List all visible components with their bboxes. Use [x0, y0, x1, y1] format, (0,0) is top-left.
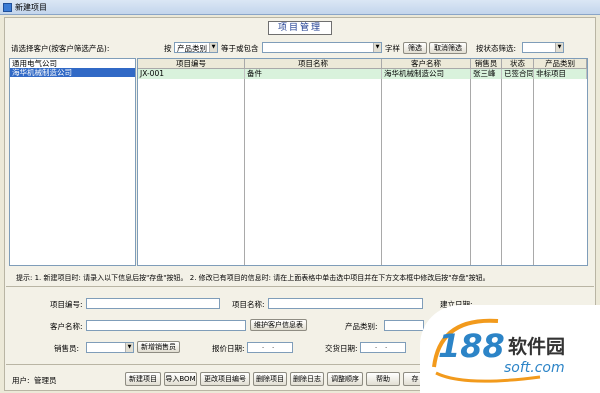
salesperson-select[interactable]: ▼ — [86, 342, 134, 353]
user-name: 管理员 — [34, 376, 57, 385]
add-salesperson-button[interactable]: 新增销售员 — [137, 341, 180, 353]
page-title: 项目管理 — [268, 21, 332, 35]
watermark-brand: 软件园 — [508, 336, 566, 358]
project-no-label: 项目编号: — [50, 300, 83, 309]
table-cell-salesperson[interactable]: 张三峰 — [471, 69, 502, 79]
op-label: 等于或包含 — [221, 44, 259, 53]
change-project-no-button[interactable]: 更改项目编号 — [200, 372, 250, 386]
new-project-button[interactable]: 新建项目 — [125, 372, 161, 386]
hint-text: 提示: 1. 新建项目时: 请录入以下信息后按"存盘"按钮。 2. 修改已有项目… — [16, 274, 490, 282]
col-header-salesperson[interactable]: 销售员 — [471, 59, 502, 69]
category-label: 产品类别: — [345, 322, 378, 331]
col-divider — [244, 69, 245, 265]
by-label: 按 — [164, 44, 172, 53]
customer-label: 客户名称: — [50, 322, 83, 331]
chevron-down-icon[interactable]: ▼ — [555, 43, 563, 52]
field-select[interactable]: 产品类别 ▼ — [174, 42, 218, 53]
app-icon — [3, 3, 12, 12]
window-titlebar[interactable]: 新建项目 — [0, 0, 600, 15]
table-cell-project-name[interactable]: 备件 — [245, 69, 382, 79]
table-cell-status[interactable]: 已签合同 — [502, 69, 534, 79]
user-label: 用户: — [12, 376, 30, 385]
col-divider — [381, 69, 382, 265]
col-divider — [533, 69, 534, 265]
watermark-domain: soft.com — [504, 360, 565, 376]
quote-date-picker[interactable]: - - — [247, 342, 293, 353]
col-header-project-no[interactable]: 项目编号 — [138, 59, 245, 69]
table-cell-category[interactable]: 非标项目 — [534, 69, 587, 79]
col-header-status[interactable]: 状态 — [502, 59, 534, 69]
delete-log-button[interactable]: 删除日志 — [290, 372, 324, 386]
customer-item-selected[interactable]: 海华机械制造公司 — [10, 68, 135, 77]
string-label: 字样 — [385, 44, 400, 53]
filter-button[interactable]: 筛选 — [403, 42, 427, 54]
table-cell-project-no[interactable]: JX-001 — [138, 69, 245, 79]
field-select-value: 产品类别 — [177, 44, 207, 53]
chevron-down-icon[interactable]: ▼ — [373, 43, 381, 52]
import-bom-button[interactable]: 导入BOM — [164, 372, 197, 386]
quote-date-label: 报价日期: — [212, 344, 245, 353]
delivery-date-label: 交货日期: — [325, 344, 358, 353]
reorder-button[interactable]: 调整顺序 — [327, 372, 363, 386]
category-input[interactable] — [384, 320, 424, 331]
chevron-down-icon[interactable]: ▼ — [125, 343, 133, 352]
customer-input[interactable] — [86, 320, 246, 331]
filter-value-input[interactable]: ▼ — [262, 42, 382, 53]
table-cell-customer[interactable]: 海华机械制造公司 — [382, 69, 471, 79]
project-name-label: 项目名称: — [232, 300, 265, 309]
divider — [6, 286, 594, 287]
customer-list[interactable]: 通用电气公司 海华机械制造公司 — [9, 58, 136, 266]
col-divider — [501, 69, 502, 265]
window-title: 新建项目 — [15, 3, 47, 12]
status-select[interactable]: ▼ — [522, 42, 564, 53]
customer-item[interactable]: 通用电气公司 — [10, 59, 135, 68]
col-header-customer[interactable]: 客户名称 — [382, 59, 471, 69]
project-no-input[interactable] — [86, 298, 220, 309]
col-header-project-name[interactable]: 项目名称 — [245, 59, 382, 69]
cancel-filter-button[interactable]: 取消筛选 — [429, 42, 467, 54]
status-filter-label: 按状态筛选: — [476, 44, 517, 53]
maintain-customer-button[interactable]: 维护客户信息表 — [250, 319, 307, 331]
col-divider — [470, 69, 471, 265]
delivery-date-picker[interactable]: - - — [360, 342, 406, 353]
chevron-down-icon[interactable]: ▼ — [209, 43, 217, 52]
customer-prompt: 请选择客户(按客户筛选产品): — [11, 44, 110, 53]
salesperson-label: 销售员: — [54, 344, 80, 353]
project-name-input[interactable] — [268, 298, 423, 309]
project-grid[interactable]: 项目编号 项目名称 客户名称 销售员 状态 产品类别 JX-001 备件 海华机… — [137, 58, 588, 266]
help-button[interactable]: 帮助 — [366, 372, 400, 386]
watermark-logo: 188 软件园 soft.com — [420, 305, 600, 393]
watermark-number: 188 — [438, 327, 505, 365]
delete-project-button[interactable]: 删除项目 — [253, 372, 287, 386]
col-header-category[interactable]: 产品类别 — [534, 59, 587, 69]
